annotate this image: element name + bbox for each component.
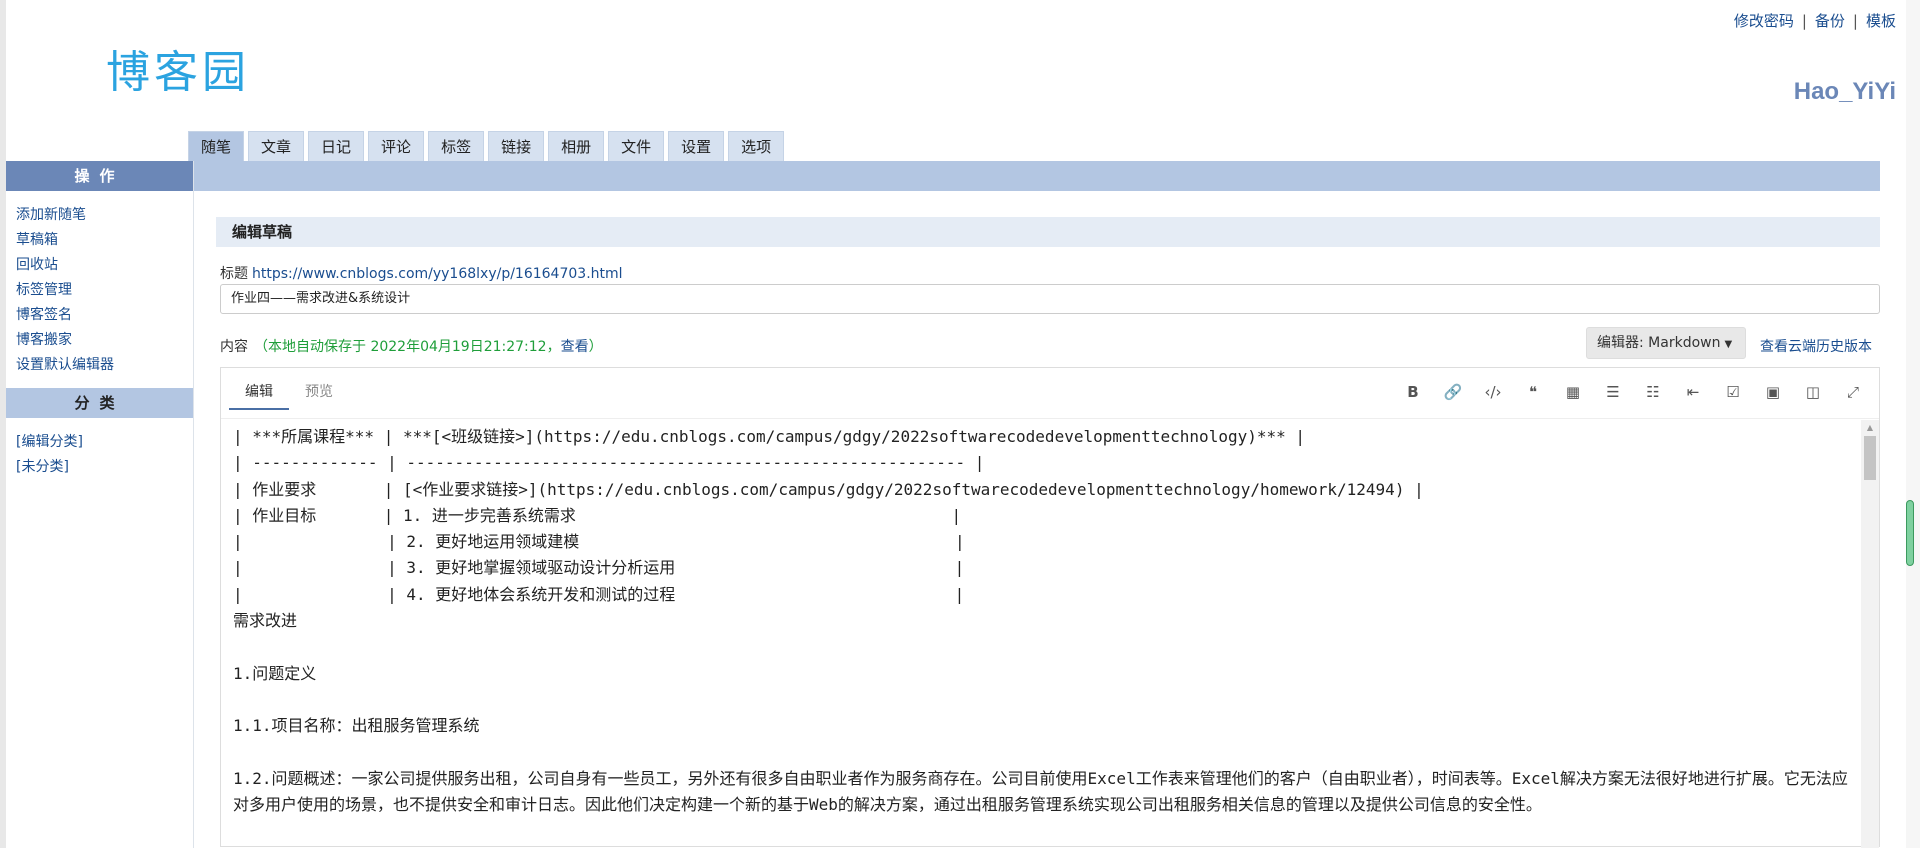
editor-line: | 作业目标 | 1. 进一步完善系统需求 | [233, 505, 962, 525]
tab-links[interactable]: 链接 [488, 131, 545, 161]
main-tabs: 随笔 文章 日记 评论 标签 链接 相册 文件 设置 选项 [188, 131, 788, 161]
divider [221, 418, 1879, 419]
sidebar-item-uncategorized[interactable]: [未分类] [16, 455, 183, 480]
cloud-history-link[interactable]: 查看云端历史版本 [1760, 336, 1872, 356]
autosave-status: （本地自动保存于 2022年04月19日21:27:12，查看） [254, 339, 603, 355]
tab-settings[interactable]: 设置 [668, 131, 725, 161]
sidebar: 操作 添加新随笔 草稿箱 回收站 标签管理 博客签名 博客搬家 设置默认编辑器 … [6, 161, 194, 848]
numbered-list-icon[interactable]: ☷ [1633, 380, 1673, 404]
sidebar-item-drafts[interactable]: 草稿箱 [16, 228, 183, 253]
template-link[interactable]: 模板 [1866, 12, 1896, 30]
indent-icon[interactable]: ⇤ [1673, 380, 1713, 404]
sidebar-item-tag-manage[interactable]: 标签管理 [16, 278, 183, 303]
scroll-up-arrow-icon[interactable]: ▲ [1861, 420, 1879, 436]
page-scroll-thumb[interactable] [1906, 500, 1914, 566]
editor-line: 需求改进 [233, 611, 298, 631]
editor-toolbar: B 🔗 ‹/› ❝ ▦ ☰ ☷ ⇤ ☑ ▣ ◫ ⤢ [1393, 380, 1873, 404]
tab-comments[interactable]: 评论 [368, 131, 425, 161]
editor-line: | | 2. 更好地运用领域建模 | [233, 532, 965, 552]
user-name[interactable]: Hao_YiYi [1794, 78, 1896, 106]
tab-albums[interactable]: 相册 [548, 131, 605, 161]
editor-tabs: 编辑 预览 [229, 374, 349, 410]
tab-band [194, 161, 1880, 191]
editor-type-dropdown[interactable]: 编辑器: Markdown ▼ [1586, 327, 1746, 359]
title-input[interactable]: 作业四——需求改进&系统设计 [220, 284, 1880, 314]
scroll-thumb[interactable] [1864, 436, 1876, 480]
category-header: 分类 [6, 388, 193, 418]
editor-line: | ***所属课程*** | ***[<班级链接>](https://edu.c… [233, 427, 1306, 446]
checkbox-icon[interactable]: ☑ [1713, 380, 1753, 404]
tab-articles[interactable]: 文章 [248, 131, 305, 161]
image-icon[interactable]: ▣ [1753, 380, 1793, 404]
link-icon[interactable]: 🔗 [1433, 380, 1473, 404]
autosave-view-link[interactable]: 查看 [561, 339, 589, 355]
tab-diary[interactable]: 日记 [308, 131, 365, 161]
editor-line: | | 3. 更好地掌握领域驱动设计分析运用 | [233, 558, 965, 578]
markdown-editor: 编辑 预览 B 🔗 ‹/› ❝ ▦ ☰ ☷ ⇤ ☑ ▣ ◫ ⤢ | ***所属课程*** | ***[… [220, 367, 1880, 848]
sidebar-item-edit-category[interactable]: [编辑分类] [16, 430, 183, 455]
editor-line: 1.2.问题概述：一家公司提供服务出租，公司自身有一些员工，另外还有很多自由职业… [233, 768, 1848, 815]
chevron-down-icon: ▼ [1724, 339, 1733, 350]
top-links: 修改密码 | 备份 | 模板 [1734, 10, 1896, 31]
page-title: 编辑草稿 [216, 217, 1880, 247]
title-label: 标题 [220, 266, 248, 282]
tab-tags[interactable]: 标签 [428, 131, 485, 161]
editor-line: | | 4. 更好地体会系统开发和测试的过程 | [233, 584, 965, 604]
quote-icon[interactable]: ❝ [1513, 380, 1553, 404]
cnblogs-logo[interactable]: 博客园 [106, 36, 250, 100]
sidebar-item-signature[interactable]: 博客签名 [16, 303, 183, 328]
operations-header: 操作 [6, 161, 193, 191]
sidebar-item-blog-move[interactable]: 博客搬家 [16, 328, 183, 353]
tab-preview[interactable]: 预览 [289, 374, 349, 410]
editor-line: 1.1.项目名称：出租服务管理系统 [233, 716, 480, 736]
editor-line: | 作业要求 | [<作业要求链接>](https://edu.cnblogs.… [233, 479, 1424, 499]
editor-line: 1.问题定义 [233, 663, 317, 683]
tab-edit[interactable]: 编辑 [229, 374, 289, 410]
markdown-textarea[interactable]: | ***所属课程*** | ***[<班级链接>](https://edu.c… [233, 424, 1853, 848]
sidebar-item-add-post[interactable]: 添加新随笔 [16, 203, 183, 228]
post-url-link[interactable]: https://www.cnblogs.com/yy168lxy/p/16164… [252, 266, 623, 282]
separator: | [1852, 12, 1858, 30]
category-list: [编辑分类] [未分类] [6, 418, 193, 490]
tab-files[interactable]: 文件 [608, 131, 665, 161]
change-password-link[interactable]: 修改密码 [1734, 12, 1794, 30]
sidebar-item-recycle-bin[interactable]: 回收站 [16, 253, 183, 278]
editor-type-label: 编辑器: Markdown [1597, 335, 1721, 351]
table-icon[interactable]: ▦ [1553, 380, 1593, 404]
bullet-list-icon[interactable]: ☰ [1593, 380, 1633, 404]
title-row: 标题 https://www.cnblogs.com/yy168lxy/p/161… [220, 263, 623, 283]
window-right-edge [1906, 0, 1920, 848]
content-row: 内容 （本地自动保存于 2022年04月19日21:27:12，查看） [220, 336, 603, 356]
operations-list: 添加新随笔 草稿箱 回收站 标签管理 博客签名 博客搬家 设置默认编辑器 [6, 191, 193, 388]
tab-posts[interactable]: 随笔 [188, 131, 245, 161]
bold-icon[interactable]: B [1393, 380, 1433, 404]
sidebar-item-default-editor[interactable]: 设置默认编辑器 [16, 353, 183, 378]
code-icon[interactable]: ‹/› [1473, 380, 1513, 404]
autosave-close: ） [588, 339, 603, 355]
separator: | [1801, 12, 1807, 30]
content-label: 内容 [220, 339, 248, 355]
autosave-text: （本地自动保存于 2022年04月19日21:27:12， [254, 339, 561, 355]
editor-scrollbar[interactable]: ▲ [1861, 420, 1879, 848]
tab-options[interactable]: 选项 [728, 131, 785, 161]
fullscreen-icon[interactable]: ⤢ [1833, 380, 1873, 404]
split-view-icon[interactable]: ◫ [1793, 380, 1833, 404]
backup-link[interactable]: 备份 [1815, 12, 1845, 30]
editor-line: | ------------- | ----------------------… [233, 453, 985, 473]
